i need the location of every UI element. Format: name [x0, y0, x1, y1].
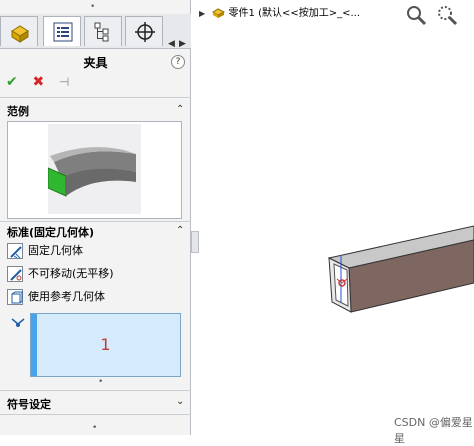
rectangular-tube-model	[327, 225, 474, 313]
cancel-button[interactable]: ✖	[32, 74, 54, 90]
divider	[0, 97, 191, 98]
help-icon[interactable]: ?	[171, 55, 185, 69]
fixture-option-immovable[interactable]: 不可移动(无平移)	[7, 265, 114, 283]
reference-geometry-icon	[7, 289, 23, 305]
selection-count: 1	[100, 335, 111, 354]
watermark-text: CSDN @偏爱星星	[394, 416, 473, 445]
tab-feature-manager[interactable]	[0, 16, 38, 46]
graphics-viewport[interactable]: ▶ 零件1 (默认<<按加工>_<... CSDN @偏爱星星	[199, 0, 474, 445]
panel-actions: ✔ ✖ ⊣	[6, 74, 81, 90]
curved-bar-illustration	[47, 147, 136, 197]
tab-scroll-right[interactable]: ▶	[177, 32, 188, 56]
panel-splitter-handle[interactable]	[191, 231, 199, 253]
crosshair-icon	[135, 22, 155, 42]
fixed-geometry-icon	[7, 243, 23, 259]
panel-bottom-grip[interactable]: •	[92, 423, 97, 433]
section-title-symbol: 符号设定	[7, 398, 51, 411]
feature-manager-icon	[11, 25, 29, 43]
immovable-icon	[7, 266, 23, 282]
fixture-option-label: 不可移动(无平移)	[28, 267, 114, 280]
fixture-option-label: 固定几何体	[28, 244, 83, 257]
configuration-manager-icon	[94, 22, 109, 42]
preview-background	[47, 124, 141, 214]
divider	[0, 390, 191, 391]
tab-scroll-left[interactable]: ◀	[166, 32, 177, 56]
example-preview	[7, 121, 182, 219]
panel-title: 夹具	[83, 56, 108, 70]
tab-dimxpert-manager[interactable]	[125, 16, 163, 46]
property-manager-panel: • ◀ ▶ 夹具 ? ✔ ✖ ⊣ 范例 ⌃ 标准(固定几何体) ⌃ 固定几何体 …	[0, 0, 191, 435]
ok-button[interactable]: ✔	[6, 74, 28, 90]
fixture-option-reference-geometry[interactable]: 使用参考几何体	[7, 288, 105, 306]
manager-tab-strip: ◀ ▶	[0, 14, 191, 49]
tab-configuration-manager[interactable]	[84, 16, 122, 46]
divider	[0, 414, 191, 415]
section-title-example: 范例	[7, 105, 29, 118]
pin-icon[interactable]: ⊣	[59, 75, 81, 89]
divider	[0, 221, 191, 222]
fixture-option-fixed-geometry[interactable]: 固定几何体	[7, 242, 83, 260]
section-title-standard: 标准(固定几何体)	[7, 226, 95, 239]
chevron-down-icon[interactable]: ⌄	[176, 396, 184, 407]
chevron-up-icon[interactable]: ⌃	[176, 225, 184, 236]
fixture-option-label: 使用参考几何体	[28, 290, 105, 303]
property-manager-icon	[53, 22, 73, 42]
face-selection-box[interactable]: 1	[30, 313, 181, 377]
fixture-symbol-icon	[10, 317, 26, 332]
chevron-up-icon[interactable]: ⌃	[176, 104, 184, 115]
panel-top-grip[interactable]: •	[90, 2, 95, 12]
list-resize-grip[interactable]: •	[98, 377, 103, 387]
tab-property-manager[interactable]	[43, 16, 81, 46]
